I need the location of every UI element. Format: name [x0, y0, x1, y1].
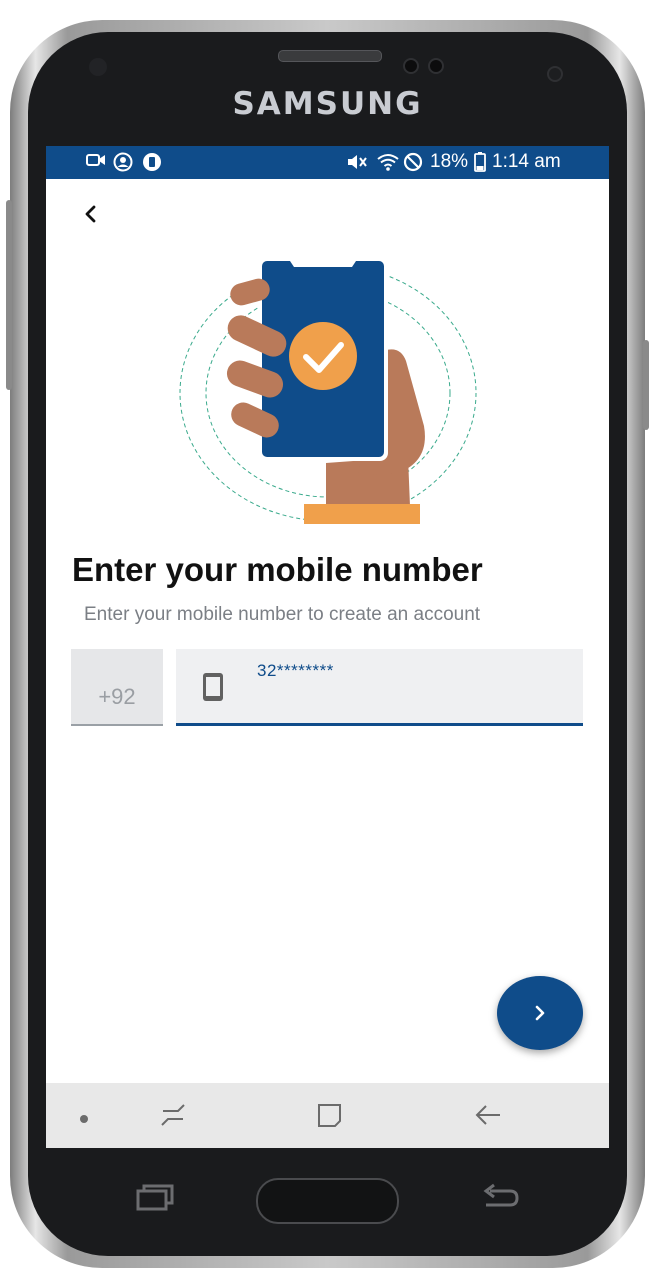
back-arrow-icon[interactable]	[473, 1101, 503, 1134]
nfc-icon	[142, 152, 162, 177]
phone-number-value: 32********	[257, 661, 334, 680]
chevron-left-icon	[85, 205, 96, 223]
recent-apps-icon[interactable]	[158, 1101, 188, 1134]
back-button[interactable]	[78, 201, 104, 227]
account-icon	[113, 152, 133, 177]
iris-scanner	[428, 58, 444, 74]
power-button	[643, 340, 649, 430]
earpiece-speaker	[278, 50, 382, 62]
country-code-value: +92	[98, 684, 136, 709]
clock: 1:14 am	[492, 151, 561, 172]
hand-phone-verified-illustration	[178, 251, 478, 526]
proximity-sensor	[89, 58, 107, 76]
hardware-home-button[interactable]	[256, 1178, 399, 1224]
system-nav-bar	[46, 1083, 609, 1148]
battery-percent: 18%	[430, 151, 469, 172]
page-subtitle: Enter your mobile number to create an ac…	[84, 604, 481, 625]
smartphone-icon	[203, 673, 223, 701]
wifi-icon	[376, 152, 400, 177]
dot-icon[interactable]	[79, 1111, 89, 1129]
page-title: Enter your mobile number	[72, 551, 483, 588]
battery-icon	[474, 152, 486, 177]
chevron-right-icon	[535, 1005, 545, 1021]
home-icon[interactable]	[316, 1101, 344, 1134]
hardware-recent-icon[interactable]	[136, 1183, 174, 1218]
front-sensor	[547, 66, 563, 82]
front-camera	[403, 58, 419, 74]
next-button[interactable]	[497, 976, 583, 1050]
status-bar: 18% 1:14 am	[46, 146, 609, 179]
phone-number-input[interactable]: 32********	[176, 649, 583, 726]
screen: 18% 1:14 am Enter your mobile number Ent…	[46, 146, 609, 1148]
country-code-field[interactable]: +92	[71, 649, 163, 726]
hardware-back-icon[interactable]	[480, 1183, 520, 1218]
do-not-disturb-icon	[403, 152, 423, 177]
volume-button	[6, 200, 12, 390]
video-call-icon	[86, 152, 106, 173]
brand-logo: SAMSUNG	[232, 86, 423, 122]
mute-icon	[346, 152, 368, 177]
